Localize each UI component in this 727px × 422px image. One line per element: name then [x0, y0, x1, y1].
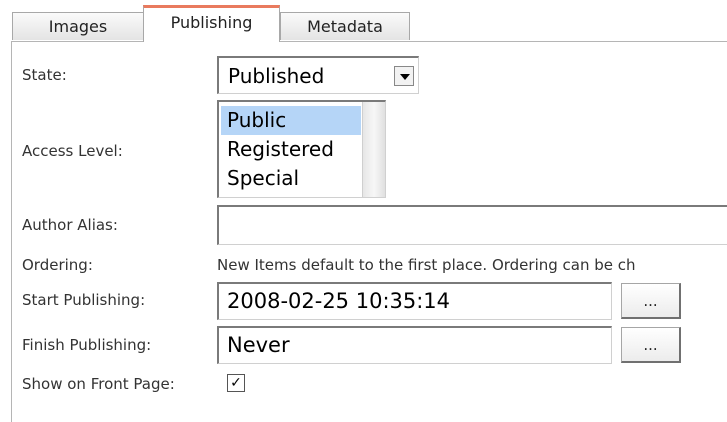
front-page-label: Show on Front Page:	[22, 375, 175, 393]
listbox-scrollbar[interactable]	[362, 102, 385, 197]
finish-publishing-calendar-button[interactable]: ...	[621, 327, 681, 363]
dropdown-arrow-icon[interactable]	[394, 66, 414, 86]
access-level-label: Access Level:	[22, 142, 123, 160]
ordering-label: Ordering:	[22, 256, 93, 274]
ordering-note: New Items default to the first place. Or…	[217, 256, 636, 274]
state-select-value: Published	[228, 64, 325, 88]
author-alias-label: Author Alias:	[22, 216, 118, 234]
tab-images[interactable]: Images	[12, 12, 144, 40]
author-alias-input[interactable]	[217, 205, 727, 245]
finish-publishing-label: Finish Publishing:	[22, 336, 152, 354]
start-publishing-calendar-button[interactable]: ...	[621, 283, 681, 319]
front-page-checkbox[interactable]: ✓	[227, 374, 245, 392]
state-select[interactable]: Published	[217, 56, 419, 94]
start-publishing-input[interactable]: 2008-02-25 10:35:14	[217, 282, 612, 320]
state-label: State:	[22, 66, 67, 84]
access-level-listbox[interactable]: Public Registered Special	[217, 100, 386, 198]
access-level-option-special[interactable]: Special	[221, 164, 361, 193]
tab-publishing[interactable]: Publishing	[143, 5, 280, 42]
start-publishing-label: Start Publishing:	[22, 291, 146, 309]
finish-publishing-input[interactable]: Never	[217, 326, 612, 364]
access-level-option-public[interactable]: Public	[221, 106, 361, 135]
access-level-option-registered[interactable]: Registered	[221, 135, 361, 164]
tab-bar: Images Publishing Metadata	[0, 0, 727, 42]
tab-metadata[interactable]: Metadata	[280, 12, 410, 40]
